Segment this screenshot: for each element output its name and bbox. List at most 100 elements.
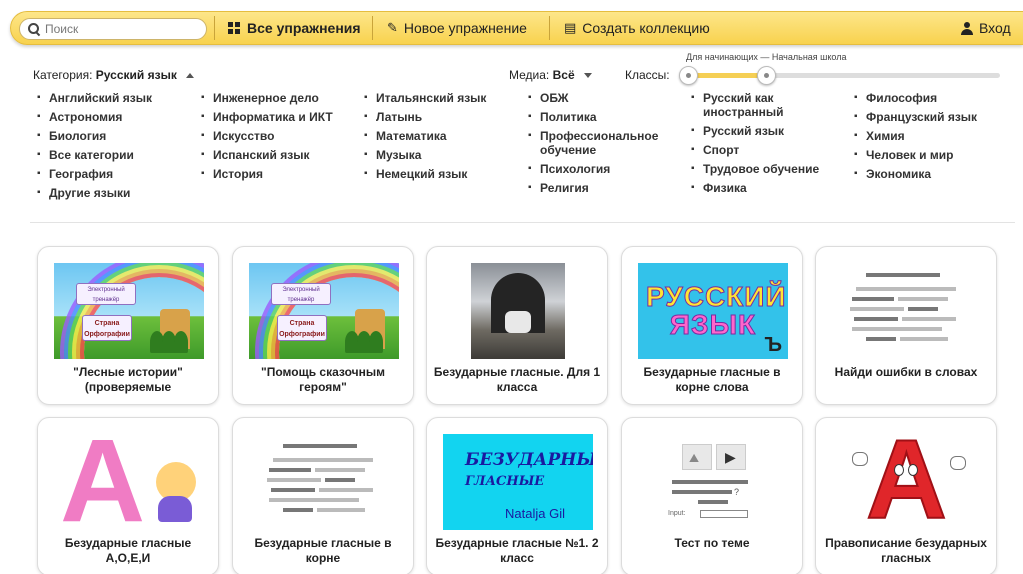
category-link[interactable]: Латынь [364,110,524,124]
exercise-card[interactable]: А Безударные гласные А,О,Е,И [37,417,219,574]
category-link[interactable]: ОБЖ [528,91,678,105]
text-line-graphic [672,480,748,484]
thumbnail-caption: Электронный тренажёр [271,283,331,305]
category-link[interactable]: История [201,167,361,181]
category-link[interactable]: География [37,167,197,181]
exercise-card[interactable]: Найди ошибки в словах [815,246,997,405]
pencil-icon: ✎ [387,20,398,35]
exercise-title: Безударные гласные в корне слова [643,365,781,394]
exercise-title: "Помощь сказочным героям" [261,365,385,394]
tree-graphic [174,331,188,353]
nav-create-collection[interactable]: ▤ Создать коллекцию [564,12,710,44]
nav-new-exercise[interactable]: ✎ Новое упражнение [387,12,527,44]
category-link[interactable]: Все категории [37,148,197,162]
text-line-graphic [267,478,321,482]
exercise-thumbnail: РУССКИЙ ЯЗЫК Ъ [638,263,788,359]
exercise-card[interactable]: Безударные гласные. Для 1 класса [426,246,608,405]
horse-graphic [505,311,531,333]
thumbnail-caption: ? [734,487,740,497]
text-line-graphic [698,500,728,504]
search-input[interactable] [45,22,195,36]
media-filter-value: Всё [552,68,575,82]
text-line-graphic [900,337,948,341]
nav-new-exercise-label: Новое упражнение [403,20,527,36]
eye-graphic [894,464,904,476]
category-link[interactable]: Русский как иностранный [691,91,837,119]
exercise-card[interactable]: РУССКИЙ ЯЗЫК Ъ Безударные гласные в корне с… [621,246,803,405]
category-column: Итальянский язык Латынь Математика Музыка Не… [364,91,524,186]
thumbnail-caption: ЯЗЫК [669,309,757,341]
category-link[interactable]: Трудовое обучение [691,162,837,176]
nav-all-exercises-label: Все упражнения [247,20,361,36]
letter-graphic: А [865,434,948,530]
text-line-graphic [856,287,956,291]
category-link[interactable]: Немецкий язык [364,167,524,181]
thumbnail-caption: БЕЗУДАРНЫЕ [465,450,593,470]
media-filter[interactable]: Медиа: Всё [509,68,592,82]
text-line-graphic [269,498,359,502]
category-filter[interactable]: Категория: Русский язык [33,68,195,82]
category-link[interactable]: Испанский язык [201,148,361,162]
category-link[interactable]: Химия [854,129,1014,143]
category-link[interactable]: Физика [691,181,837,195]
category-link[interactable]: Экономика [854,167,1014,181]
caret-up-icon [186,73,195,78]
category-link[interactable]: Человек и мир [854,148,1014,162]
exercise-title: Тест по теме [674,536,750,550]
search-box[interactable] [19,18,207,40]
category-link[interactable]: Французский язык [854,110,1014,124]
exercise-card[interactable]: БЕЗУДАРНЫЕ ГЛАСНЫЕ Natalja Gil Безударные г… [426,417,608,574]
nav-create-collection-label: Создать коллекцию [582,20,710,36]
nav-login[interactable]: Вход [961,12,1011,44]
category-column: Русский как иностранный Русский язык Спорт… [691,91,837,200]
category-link[interactable]: Русский язык [691,124,837,138]
exercise-card[interactable]: А Правописание безударных гласных [815,417,997,574]
classes-slider-caption: Для начинающих — Начальная школа [686,52,847,62]
thumbnail-caption: Страна Орфографии [82,315,132,341]
exercise-card[interactable]: Электронный тренажёр Страна Орфографии "Ле… [37,246,219,405]
text-line-graphic [908,307,938,311]
text-line-graphic [866,273,940,277]
exercise-title: Безударные гласные А,О,Е,И [64,536,192,565]
input-box-graphic [700,510,748,518]
exercise-card[interactable]: Электронный тренажёр Страна Орфографии "По… [232,246,414,405]
classes-slider-handle-min[interactable] [679,66,698,85]
text-line-graphic [672,490,732,494]
category-link[interactable]: Астрономия [37,110,197,124]
category-link[interactable]: Английский язык [37,91,197,105]
text-line-graphic [269,468,311,472]
text-line-graphic [273,458,373,462]
category-link[interactable]: Спорт [691,143,837,157]
category-link[interactable]: Математика [364,129,524,143]
text-line-graphic [271,488,315,492]
category-link[interactable]: Философия [854,91,1014,105]
text-line-graphic [317,508,365,512]
top-bar: Все упражнения ✎ Новое упражнение ▤ Созд… [10,11,1023,45]
exercise-thumbnail: А [832,434,982,530]
exercise-card[interactable]: Безударные гласные в корне [232,417,414,574]
text-line-graphic [854,317,898,321]
category-link[interactable]: Психология [528,162,678,176]
exercise-thumbnail: Электронный тренажёр Страна Орфографии [249,263,399,359]
nav-divider [214,16,215,40]
category-link[interactable]: Религия [528,181,678,195]
eye-graphic [908,464,918,476]
category-link[interactable]: Биология [37,129,197,143]
category-link[interactable]: Искусство [201,129,361,143]
category-filter-label: Категория: [33,68,93,82]
category-link[interactable]: Политика [528,110,678,124]
nav-all-exercises[interactable]: Все упражнения [228,12,361,44]
category-link[interactable]: Другие языки [37,186,197,200]
classes-slider[interactable] [679,66,1000,85]
category-link[interactable]: Инженерное дело [201,91,361,105]
text-line-graphic [325,478,355,482]
text-line-graphic [852,327,942,331]
text-line-graphic [866,337,896,341]
classes-slider-fill [688,73,766,78]
exercise-card[interactable]: ⛰ ▶? Input: Тест по теме [621,417,803,574]
category-link[interactable]: Музыка [364,148,524,162]
category-link[interactable]: Профессиональное обучение [528,129,678,157]
category-link[interactable]: Итальянский язык [364,91,524,105]
classes-slider-handle-max[interactable] [757,66,776,85]
category-link[interactable]: Информатика и ИКТ [201,110,361,124]
